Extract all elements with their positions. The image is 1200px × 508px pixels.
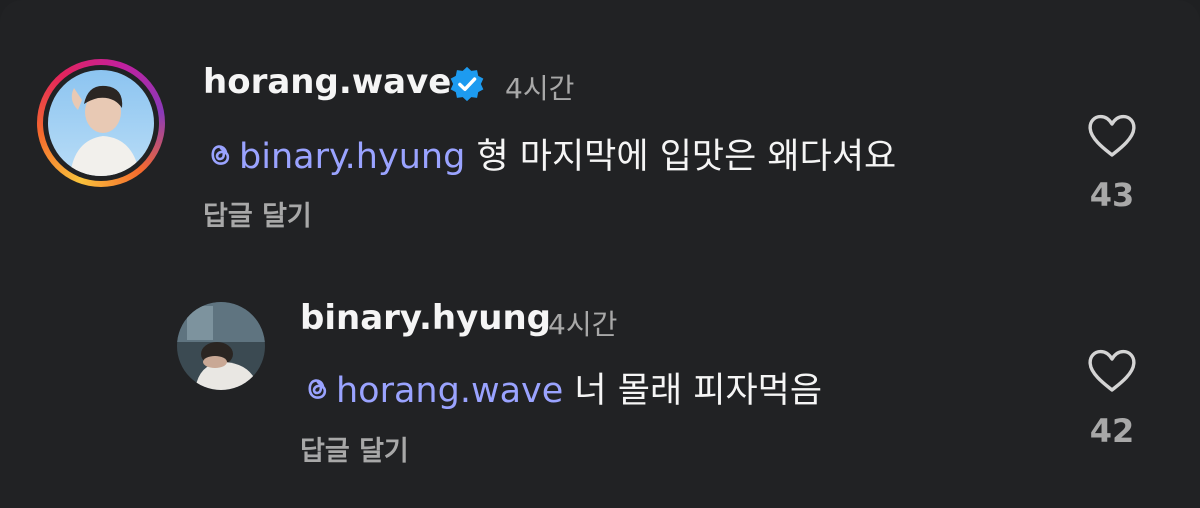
comment-message: 형 마지막에 입맛은 왜다셔요 [476, 137, 897, 177]
mention-username[interactable]: horang.wave [336, 371, 563, 411]
mention-username[interactable]: binary.hyung [239, 137, 465, 177]
threads-at-icon [308, 379, 327, 399]
comment-text: horang.wave 너 몰래 피자먹음 [300, 362, 822, 413]
like-count: 43 [1089, 176, 1135, 214]
like-count: 42 [1089, 412, 1135, 450]
heart-outline-icon[interactable] [1086, 348, 1138, 394]
verified-badge-icon [450, 66, 484, 102]
comment-timestamp: 4시간 [548, 308, 618, 341]
reply-button[interactable]: 답글 달기 [203, 194, 312, 233]
avatar-story-ring[interactable] [37, 59, 165, 187]
avatar[interactable] [177, 302, 265, 390]
comment-timestamp: 4시간 [505, 72, 575, 105]
threads-at-icon [211, 145, 230, 165]
mention-link[interactable]: horang.wave [300, 371, 574, 411]
avatar-photo [177, 302, 265, 390]
avatar-photo [48, 70, 154, 176]
comment-username[interactable]: horang.wave [203, 62, 451, 102]
comment-text: binary.hyung 형 마지막에 입맛은 왜다셔요 [203, 128, 896, 179]
reply-button[interactable]: 답글 달기 [300, 429, 409, 468]
avatar[interactable] [48, 70, 154, 176]
comment-username[interactable]: binary.hyung [300, 298, 551, 338]
comment-message: 너 몰래 피자먹음 [574, 371, 823, 411]
comments-panel: horang.wave 4시간 binary.hyung 형 마지막에 입맛은 … [0, 0, 1200, 508]
mention-link[interactable]: binary.hyung [203, 137, 476, 177]
heart-outline-icon[interactable] [1086, 113, 1138, 159]
